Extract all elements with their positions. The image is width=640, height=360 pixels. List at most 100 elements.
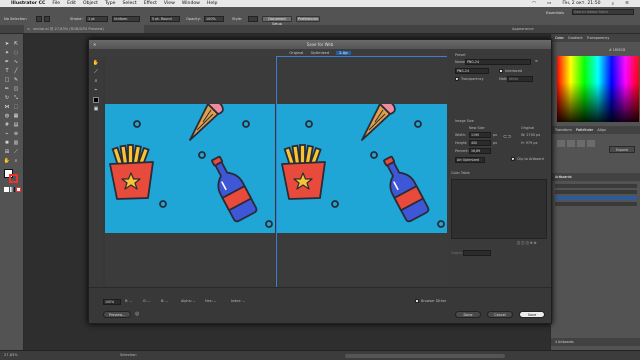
style-swatch[interactable]: [248, 16, 258, 22]
menu-effect[interactable]: Effect: [144, 1, 157, 6]
curvature-tool-icon[interactable]: ∿: [12, 58, 20, 66]
opacity-field[interactable]: 100%: [204, 16, 224, 22]
menu-window[interactable]: Window: [182, 1, 200, 6]
stock-search-input[interactable]: Search Adobe Stock: [572, 9, 634, 15]
panel-tab-pathfinder[interactable]: Pathfinder: [576, 128, 593, 132]
workspace-switcher[interactable]: Essentials: [546, 10, 564, 16]
direct-selection-tool-icon[interactable]: ⇱: [12, 40, 20, 48]
battery-icon[interactable]: ▭: [547, 1, 551, 6]
slice-select-tool-icon[interactable]: ⟋: [92, 68, 100, 76]
minus-front-icon[interactable]: [567, 140, 575, 147]
zoom-tool-icon[interactable]: ⌕: [12, 157, 20, 165]
height-input[interactable]: 400: [469, 140, 491, 146]
wifi-icon[interactable]: ◠: [532, 1, 536, 6]
hex-value[interactable]: 1B5ECB: [613, 48, 626, 52]
close-icon[interactable]: ×: [27, 27, 30, 31]
eraser-tool-icon[interactable]: ◫: [12, 85, 20, 93]
close-icon[interactable]: ✕: [93, 40, 96, 49]
type-tool-icon[interactable]: T: [3, 67, 11, 75]
horizontal-scrollbar[interactable]: [345, 354, 505, 358]
free-transform-tool-icon[interactable]: ⬚: [12, 103, 20, 111]
intersect-icon[interactable]: [577, 140, 585, 147]
panel-tab-color[interactable]: Color: [555, 36, 564, 40]
perspective-grid-tool-icon[interactable]: ▦: [12, 112, 20, 120]
list-item[interactable]: [555, 184, 637, 188]
clock[interactable]: Пн, 2 окт. 21:50: [562, 1, 600, 6]
panel-tab-transparency[interactable]: Transparency: [587, 36, 610, 40]
stroke-weight-field[interactable]: 1 pt: [86, 16, 108, 22]
preset-menu-icon[interactable]: ≡: [535, 59, 538, 63]
rectangle-tool-icon[interactable]: □: [3, 76, 11, 84]
panel-tab-align[interactable]: Align: [597, 128, 606, 132]
unite-icon[interactable]: [557, 140, 565, 147]
shape-builder-tool-icon[interactable]: ◍: [3, 112, 11, 120]
list-item[interactable]: [555, 190, 637, 194]
panel-tab-gradient[interactable]: Gradient: [568, 36, 583, 40]
zoom-select[interactable]: 100%: [103, 299, 121, 305]
status-mode[interactable]: Selection: [120, 353, 137, 357]
menu-view[interactable]: View: [164, 1, 175, 6]
lasso-tool-icon[interactable]: ◌: [12, 49, 20, 57]
preferences-button[interactable]: Preferences: [296, 16, 320, 22]
width-input[interactable]: 1190: [469, 132, 491, 138]
status-zoom[interactable]: 27,83%: [4, 353, 18, 357]
document-setup-button[interactable]: Document Setup: [262, 16, 292, 26]
magic-wand-tool-icon[interactable]: ✦: [3, 49, 11, 57]
hand-tool-icon[interactable]: ✋: [3, 157, 11, 165]
expand-button[interactable]: Expand: [609, 146, 635, 153]
tab-2-up[interactable]: 2-Up: [336, 51, 351, 55]
scale-tool-icon[interactable]: ⤡: [12, 94, 20, 102]
transparency-checkbox[interactable]: [455, 77, 459, 82]
menu-list-icon[interactable]: ≡: [625, 1, 629, 6]
hand-tool-icon[interactable]: ✋: [92, 59, 100, 67]
menu-select[interactable]: Select: [123, 1, 137, 6]
eyedropper-color-swatch[interactable]: [93, 97, 99, 103]
menu-help[interactable]: Help: [207, 1, 217, 6]
colors-select[interactable]: [463, 250, 491, 256]
stroke-swatch[interactable]: [44, 16, 50, 22]
eyedropper-tool-icon[interactable]: ⌁: [3, 130, 11, 138]
optimized-preview-pane[interactable]: PNG-24 80,8%: [276, 56, 448, 301]
color-table[interactable]: [451, 179, 547, 239]
blend-tool-icon[interactable]: ⊚: [12, 130, 20, 138]
graph-tool-icon[interactable]: ▥: [12, 139, 20, 147]
eyedropper-tool-icon[interactable]: ⌁: [92, 86, 100, 94]
document-tab[interactable]: × vector.ai @ 27,83% (RGB/GPU Preview): [24, 25, 144, 33]
list-item[interactable]: [555, 202, 637, 206]
color-mode-icon[interactable]: [4, 187, 9, 192]
width-tool-icon[interactable]: ⋈: [3, 103, 11, 111]
gradient-mode-icon[interactable]: [10, 187, 15, 192]
menu-edit[interactable]: Edit: [67, 1, 76, 6]
browser-dither-checkbox[interactable]: [415, 299, 419, 303]
link-icon[interactable]: ⊂⊃: [503, 134, 511, 140]
menu-file[interactable]: File: [52, 1, 60, 6]
dialog-titlebar[interactable]: ✕ Save for Web: [89, 40, 551, 49]
symbol-sprayer-tool-icon[interactable]: ✺: [3, 139, 11, 147]
line-tool-icon[interactable]: ╱: [12, 67, 20, 75]
paintbrush-tool-icon[interactable]: ✎: [12, 76, 20, 84]
selection-tool-icon[interactable]: ➤: [3, 40, 11, 48]
list-item[interactable]: [555, 196, 637, 200]
format-select[interactable]: PNG-24: [455, 68, 489, 74]
pen-tool-icon[interactable]: ✒: [3, 58, 11, 66]
clip-to-artboard-checkbox[interactable]: [511, 157, 515, 162]
preview-button[interactable]: Preview...: [103, 311, 131, 318]
panel-tab-artboards[interactable]: Artboards: [555, 175, 572, 179]
slice-tool-icon[interactable]: ⟋: [12, 148, 20, 156]
color-spectrum[interactable]: [557, 56, 639, 122]
rotate-tool-icon[interactable]: ↻: [3, 94, 11, 102]
artboard-tool-icon[interactable]: ⊞: [3, 148, 11, 156]
matte-select[interactable]: White: [507, 76, 533, 82]
gradient-tool-icon[interactable]: ▤: [12, 121, 20, 129]
color-table-actions-icon[interactable]: ◫ ◫ ◫ ⊕ ⊗: [517, 241, 537, 245]
mesh-tool-icon[interactable]: #: [3, 121, 11, 129]
menu-object[interactable]: Object: [83, 1, 98, 6]
percent-input[interactable]: 16,89: [469, 148, 491, 154]
pencil-tool-icon[interactable]: ✏: [3, 85, 11, 93]
exclude-icon[interactable]: [587, 140, 595, 147]
panel-tab-appearance[interactable]: Appearance: [512, 27, 534, 31]
panel-tab-transform[interactable]: Transform: [555, 128, 572, 132]
toggle-slices-icon[interactable]: ▣: [92, 105, 100, 113]
fill-swatch[interactable]: [36, 16, 42, 22]
menu-type[interactable]: Type: [105, 1, 116, 6]
